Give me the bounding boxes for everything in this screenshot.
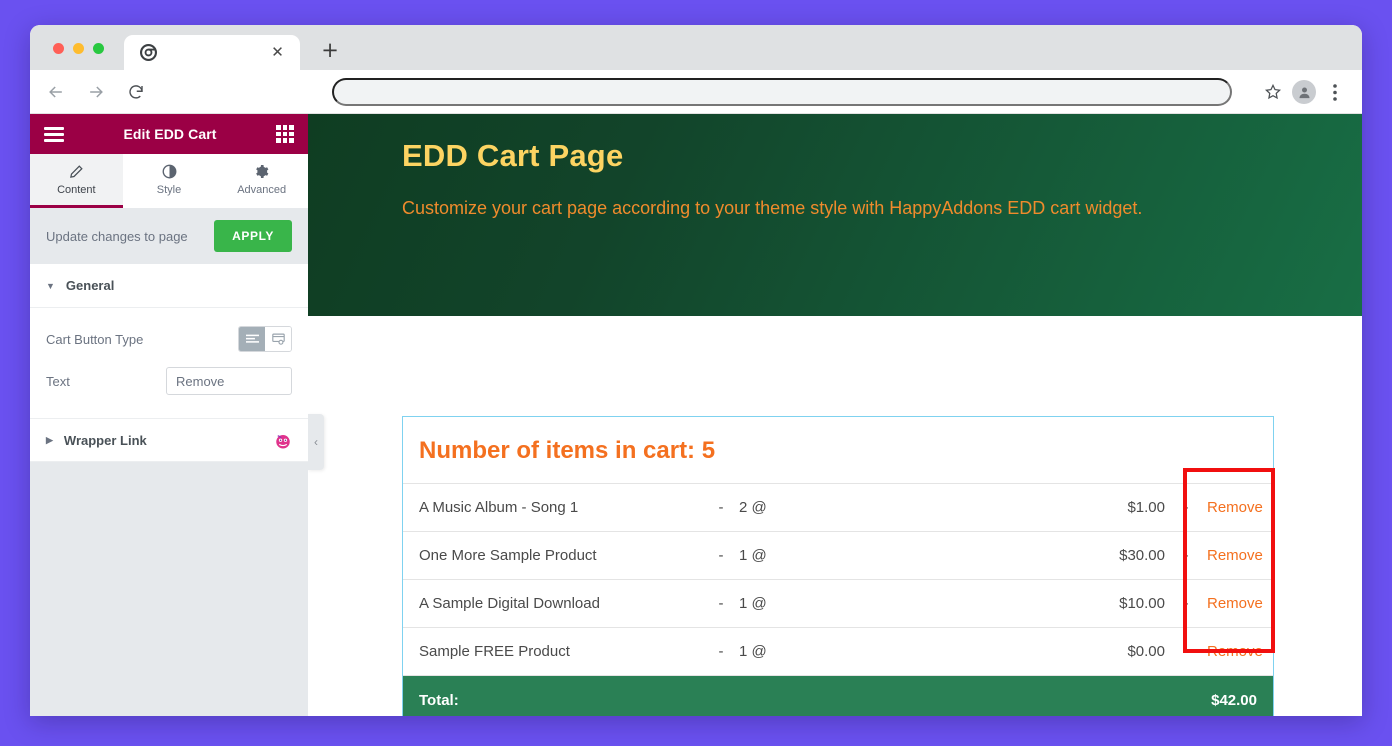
cart-button-type-toggle (238, 326, 292, 352)
reload-icon[interactable] (123, 79, 149, 105)
widgets-grid-icon[interactable] (276, 125, 294, 143)
chevron-down-icon: ▼ (46, 280, 55, 291)
cart-separator: - (718, 547, 724, 564)
cart-item-price: $10.00 (1119, 595, 1165, 612)
happyaddons-icon (274, 432, 292, 450)
cart-separator: - (718, 499, 724, 516)
window-controls (53, 43, 104, 54)
cart-total-value: $42.00 (1211, 691, 1257, 709)
cart-button-type-label: Cart Button Type (46, 331, 144, 347)
control-cart-button-type: Cart Button Type (46, 318, 292, 360)
cart-item-price: $1.00 (1127, 499, 1165, 516)
cart-item-name: One More Sample Product (419, 547, 597, 564)
new-tab-button[interactable]: + (319, 40, 341, 62)
panel-header: Edit EDD Cart (30, 114, 308, 154)
profile-avatar-icon[interactable] (1292, 80, 1316, 104)
cart-heading: Number of items in cart: 5 (403, 417, 1273, 484)
panel-tabs: Content Style Advanced (30, 154, 308, 208)
site-preview: EDD Cart Page Customize your cart page a… (308, 114, 1362, 716)
gear-icon (254, 163, 269, 180)
cart-item-name: Sample FREE Product (419, 643, 570, 660)
toolbar-right-actions (1260, 70, 1348, 114)
browser-tab[interactable]: ✕ (124, 35, 300, 70)
page-viewport: Edit EDD Cart Content Style Advanced Upd… (30, 114, 1362, 716)
bookmark-star-icon[interactable] (1260, 79, 1286, 105)
tab-advanced[interactable]: Advanced (215, 154, 308, 208)
apply-button[interactable]: APPLY (214, 220, 292, 252)
remove-button[interactable]: Remove (1207, 547, 1273, 564)
apply-bar: Update changes to page APPLY (30, 208, 308, 264)
cart-item-price: $0.00 (1127, 643, 1165, 660)
panel-collapse-button[interactable]: ‹ (308, 414, 324, 470)
cart-total-label: Total: (419, 691, 459, 709)
tab-style-label: Style (156, 184, 182, 196)
remove-button[interactable]: Remove (1207, 499, 1273, 516)
kebab-menu-icon[interactable] (1322, 79, 1348, 105)
hero-section: EDD Cart Page Customize your cart page a… (308, 114, 1362, 316)
edd-cart-widget: Number of items in cart: 5 A Music Album… (402, 416, 1274, 716)
remove-button[interactable]: Remove (1207, 643, 1273, 660)
close-tab-icon[interactable]: ✕ (269, 44, 286, 61)
tab-style[interactable]: Style (123, 154, 216, 208)
cart-item-qty: 1 @ (739, 643, 767, 660)
section-general[interactable]: ▼ General (30, 264, 308, 308)
general-controls: Cart Button Type Text Remove (30, 308, 308, 418)
forward-arrow-icon[interactable] (83, 79, 109, 105)
button-box-icon[interactable] (265, 327, 291, 351)
cart-item-qty: 1 @ (739, 547, 767, 564)
address-bar[interactable] (332, 78, 1232, 106)
text-input[interactable] (166, 367, 292, 395)
contrast-circle-icon (162, 163, 177, 180)
text-control-label: Text (46, 373, 70, 389)
browser-tab-strip: ✕ + (30, 25, 1362, 70)
cart-area: Number of items in cart: 5 A Music Album… (308, 316, 1362, 716)
section-general-label: General (65, 278, 115, 293)
apply-hint-label: Update changes to page (46, 228, 188, 244)
cart-separator: - (1183, 499, 1189, 516)
cart-item-qty: 2 @ (739, 499, 767, 516)
section-wrapper-link[interactable]: ▶ Wrapper Link (30, 418, 308, 462)
back-arrow-icon[interactable] (43, 79, 69, 105)
cart-item-name: A Music Album - Song 1 (419, 499, 579, 516)
table-row: A Sample Digital Download - 1 @ $10.00 -… (403, 580, 1273, 628)
hamburger-icon[interactable] (44, 126, 64, 142)
browser-window: ✕ + Edit EDD Cart Content Style Advanced… (30, 25, 1362, 716)
cart-separator: - (1183, 643, 1189, 660)
minimize-window-button[interactable] (73, 43, 84, 54)
tab-content[interactable]: Content (30, 154, 123, 208)
cart-separator: - (1183, 595, 1189, 612)
page-subtitle: Customize your cart page according to yo… (402, 198, 1143, 218)
table-row: A Music Album - Song 1 - 2 @ $1.00 - Rem… (403, 484, 1273, 532)
pencil-icon (69, 163, 84, 180)
panel-title: Edit EDD Cart (123, 126, 217, 142)
tab-content-label: Content (57, 184, 96, 196)
page-title: EDD Cart Page (402, 138, 624, 173)
cart-item-price: $30.00 (1119, 547, 1165, 564)
cart-separator: - (718, 595, 724, 612)
cart-separator: - (718, 643, 724, 660)
browser-toolbar (30, 70, 1362, 114)
control-text: Text (46, 360, 292, 402)
maximize-window-button[interactable] (93, 43, 104, 54)
text-align-icon[interactable] (239, 327, 265, 351)
cart-separator: - (1183, 547, 1189, 564)
cart-item-name: A Sample Digital Download (419, 595, 600, 612)
chrome-icon (140, 44, 157, 61)
table-row: Sample FREE Product - 1 @ $0.00 - Remove (403, 628, 1273, 676)
remove-button[interactable]: Remove (1207, 595, 1273, 612)
cart-total-row: Total: $42.00 (403, 676, 1273, 716)
chevron-right-icon: ▶ (46, 434, 53, 445)
chevron-left-icon: ‹ (314, 435, 318, 449)
close-window-button[interactable] (53, 43, 64, 54)
table-row: One More Sample Product - 1 @ $30.00 - R… (403, 532, 1273, 580)
elementor-panel: Edit EDD Cart Content Style Advanced Upd… (30, 114, 308, 716)
cart-item-qty: 1 @ (739, 595, 767, 612)
section-wrapper-link-label: Wrapper Link (63, 432, 147, 448)
tab-advanced-label: Advanced (237, 184, 287, 196)
